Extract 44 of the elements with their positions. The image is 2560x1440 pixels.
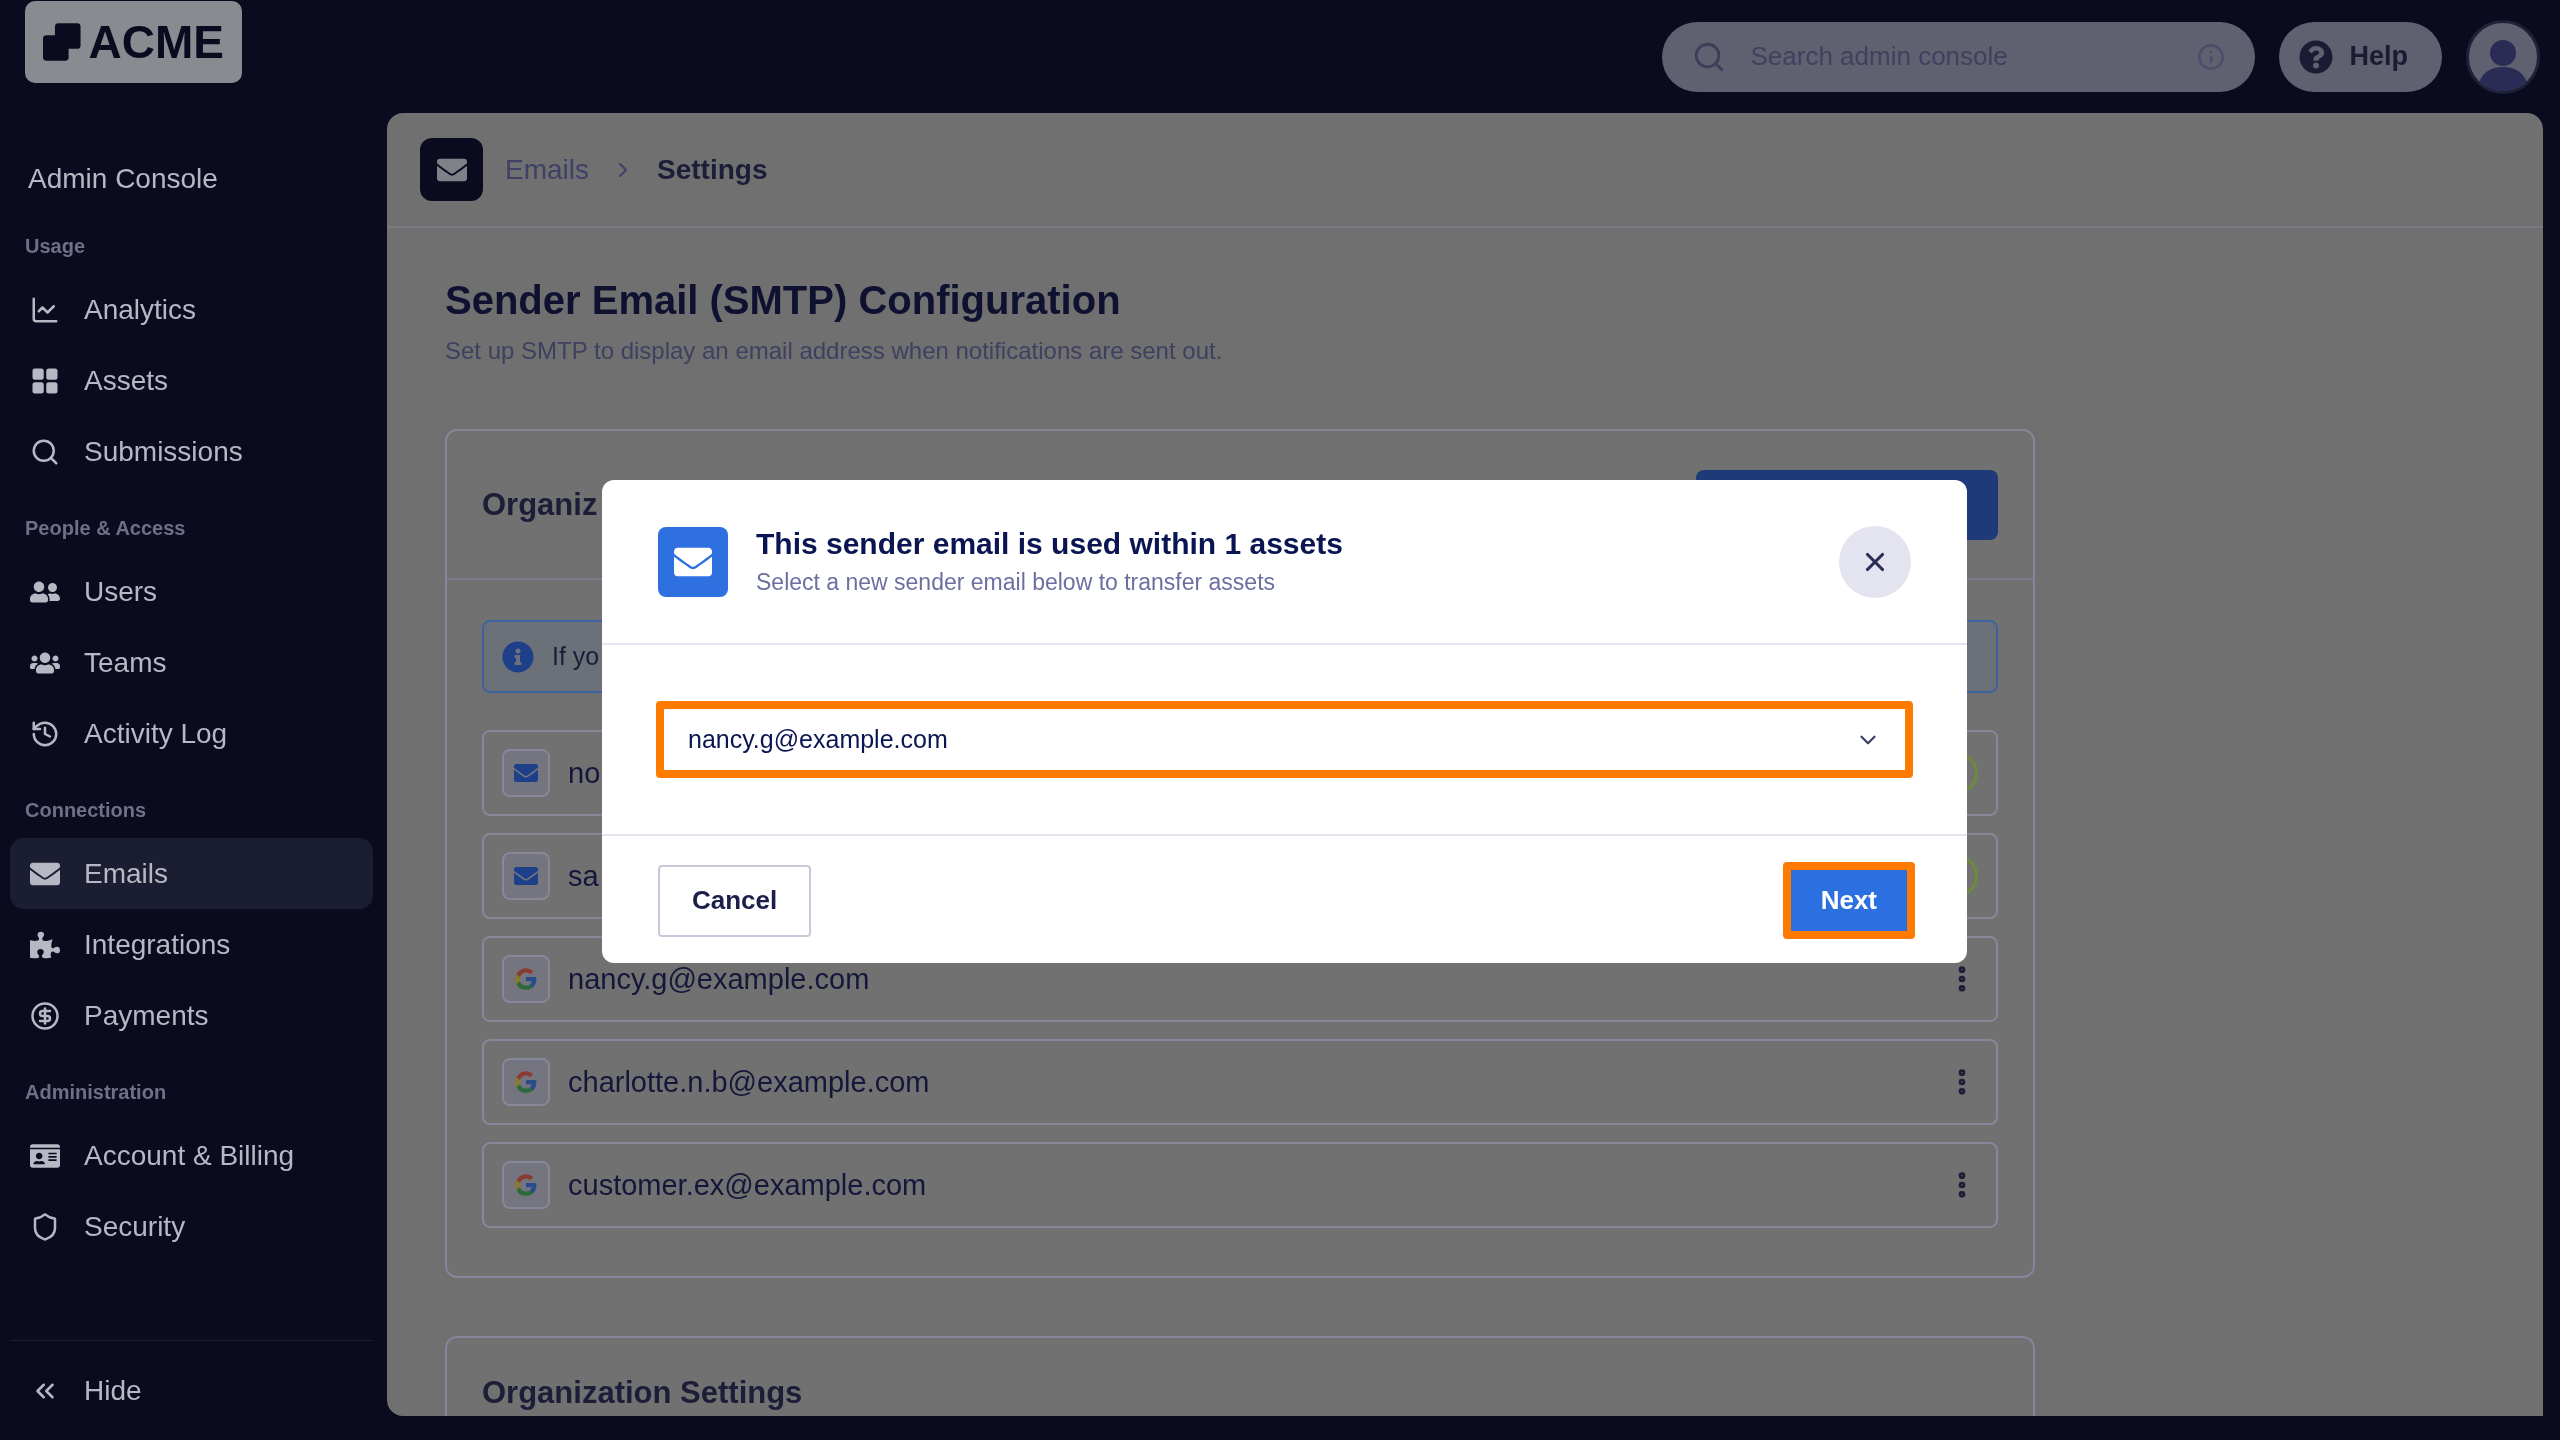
sidebar-item[interactable]: Teams — [10, 627, 373, 698]
next-button[interactable]: Next — [1782, 862, 1915, 939]
page-title: Sender Email (SMTP) Configuration — [445, 278, 1122, 323]
sidebar-item[interactable]: Payments — [10, 980, 373, 1051]
section-heading: Administration — [24, 1081, 168, 1105]
puzzle-icon — [30, 929, 60, 960]
dollar-icon — [30, 1000, 60, 1031]
sender-address: sa — [568, 859, 599, 893]
info-icon — [502, 640, 534, 673]
cancel-button[interactable]: Cancel — [658, 864, 812, 937]
sidebar-item[interactable]: Account & Billing — [10, 1120, 373, 1191]
sidebar-title: Admin Console — [27, 162, 219, 196]
sender-select[interactable]: nancy.g@example.com — [656, 701, 1913, 778]
info-text: If yo — [552, 642, 600, 671]
section-heading: Usage — [24, 235, 87, 259]
sidebar-item[interactable]: Submissions — [10, 416, 373, 487]
logo-text: ACME — [88, 14, 224, 69]
section-heading: People & Access — [24, 517, 187, 541]
envelope-icon — [514, 761, 538, 785]
card-heading: Organiz — [482, 486, 598, 523]
sidebar-item[interactable]: Integrations — [10, 909, 373, 980]
sidebar-item[interactable]: Analytics — [10, 274, 373, 345]
sender-address: customer.ex@example.com — [568, 1168, 927, 1202]
sidebar-item[interactable]: Emails — [10, 838, 373, 909]
section-heading: Connections — [24, 799, 148, 823]
help-icon — [2299, 39, 2334, 74]
dialog-subtitle: Select a new sender email below to transfer assets — [756, 569, 1277, 596]
google-icon — [513, 966, 539, 992]
envelope-icon — [658, 526, 728, 597]
logo[interactable]: ACME — [25, 0, 242, 83]
sender-address: nancy.g@example.com — [568, 962, 870, 996]
google-icon — [513, 1069, 539, 1095]
envelope-icon — [514, 864, 538, 888]
sidebar-item[interactable]: Assets — [10, 345, 373, 416]
sender-address: no — [568, 756, 601, 790]
sidebar-item[interactable]: Activity Log — [10, 698, 373, 769]
card-heading: Organization Settings — [482, 1374, 804, 1412]
sender-address: charlotte.n.b@example.com — [568, 1065, 930, 1099]
sidebar-item[interactable]: Security — [10, 1191, 373, 1262]
hide-sidebar-link[interactable]: Hide — [10, 1355, 373, 1426]
sidebar-item[interactable]: Users — [10, 556, 373, 627]
dialog-title: This sender email is used within 1 assets — [756, 527, 1344, 561]
envelope-icon — [420, 138, 483, 201]
google-icon — [513, 1172, 539, 1198]
